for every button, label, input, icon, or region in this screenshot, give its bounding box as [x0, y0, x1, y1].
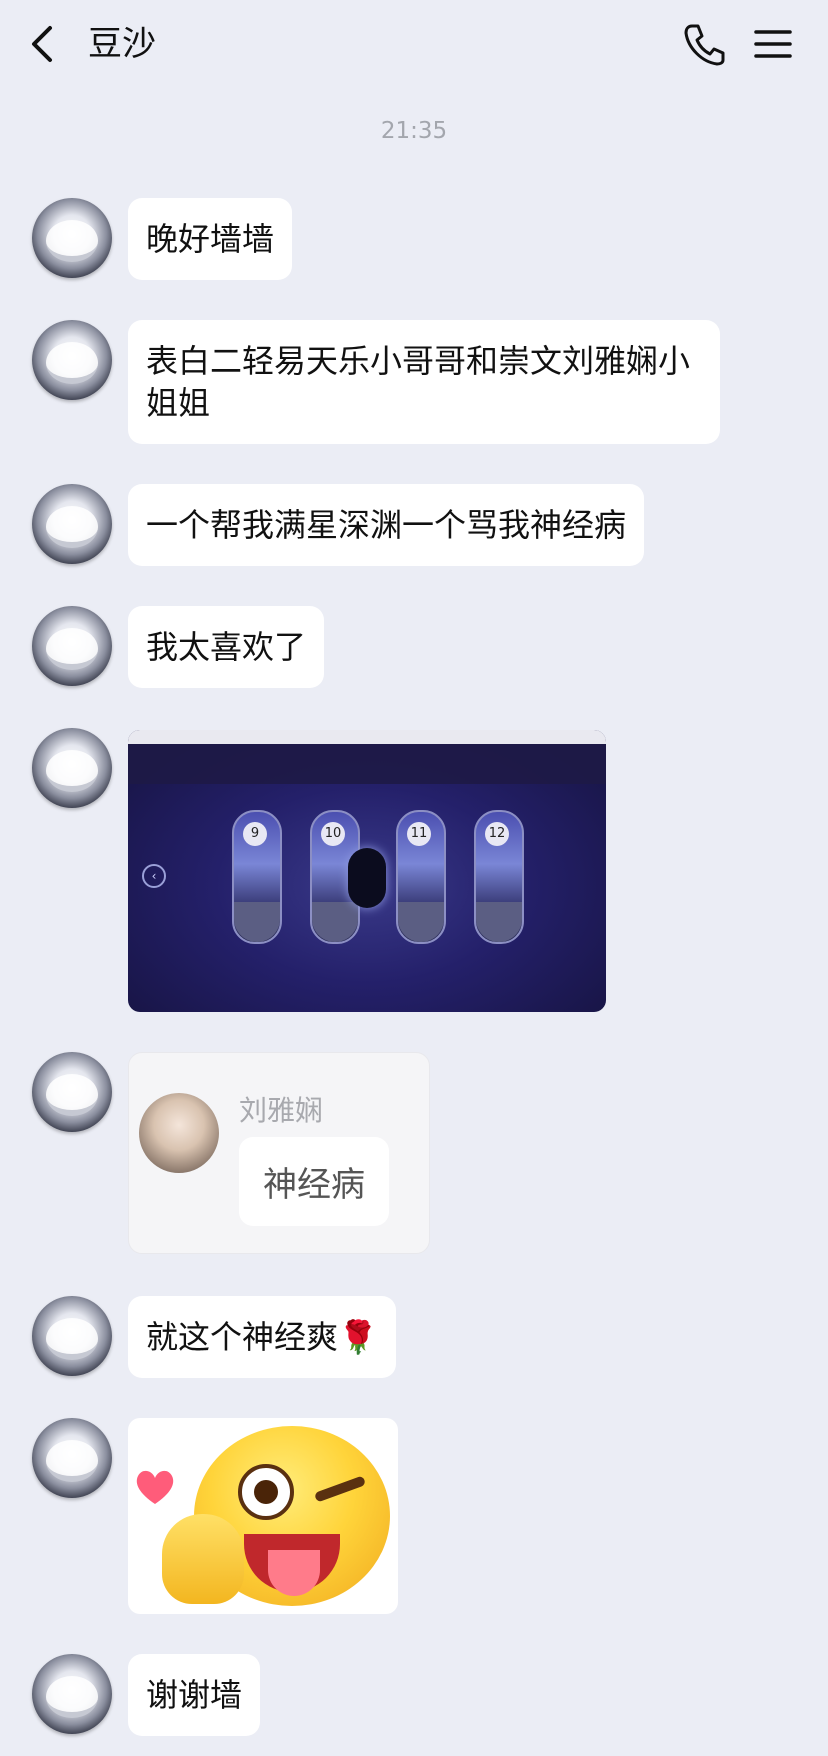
game-toolbar	[128, 744, 606, 784]
window-titlebar	[128, 730, 606, 744]
quoted-message-text: 神经病	[239, 1137, 389, 1226]
message-bubble[interactable]: 晚好墙墙	[128, 198, 293, 280]
level-number: 12	[485, 822, 509, 846]
portal-graphic	[348, 848, 386, 908]
arrow-left-icon: ‹	[142, 864, 166, 888]
message-bubble[interactable]: 就这个神经爽🌹	[128, 1296, 396, 1378]
sender-avatar[interactable]	[32, 1296, 112, 1376]
hamburger-menu-icon[interactable]	[752, 24, 794, 64]
level-number: 11	[407, 822, 431, 846]
message-bubble[interactable]: 表白二轻易天乐小哥哥和崇文刘雅娴小姐姐	[128, 320, 720, 444]
winking-emoji-sticker[interactable]	[128, 1418, 398, 1614]
sender-avatar[interactable]	[32, 728, 112, 808]
chevron-left-icon[interactable]	[22, 20, 62, 68]
message-bubble[interactable]: 谢谢墙	[128, 1654, 261, 1736]
level-number: 9	[243, 822, 267, 846]
sender-avatar[interactable]	[32, 1418, 112, 1498]
level-card: 9	[232, 810, 282, 944]
phone-icon[interactable]	[682, 22, 726, 66]
level-card: 11	[396, 810, 446, 944]
heart-icon	[136, 1470, 174, 1504]
sender-avatar[interactable]	[32, 1654, 112, 1734]
message-bubble[interactable]: 我太喜欢了	[128, 606, 325, 688]
sender-avatar[interactable]	[32, 198, 112, 278]
game-screenshot-image[interactable]: ‹ 9 10 11 12	[128, 730, 606, 1012]
sender-avatar[interactable]	[32, 606, 112, 686]
quoted-user-avatar	[139, 1093, 219, 1173]
quoted-message-card[interactable]: 刘雅娴 神经病	[128, 1052, 430, 1254]
chat-title: 豆沙	[88, 24, 156, 64]
sender-avatar[interactable]	[32, 320, 112, 400]
message-bubble[interactable]: 一个帮我满星深渊一个骂我神经病	[128, 484, 645, 566]
sender-avatar[interactable]	[32, 484, 112, 564]
sender-avatar[interactable]	[32, 1052, 112, 1132]
message-timestamp: 21:35	[380, 118, 448, 144]
top-bar: 豆沙	[0, 0, 828, 90]
quoted-user-name: 刘雅娴	[239, 1094, 324, 1127]
level-card: 12	[474, 810, 524, 944]
level-number: 10	[321, 822, 345, 846]
